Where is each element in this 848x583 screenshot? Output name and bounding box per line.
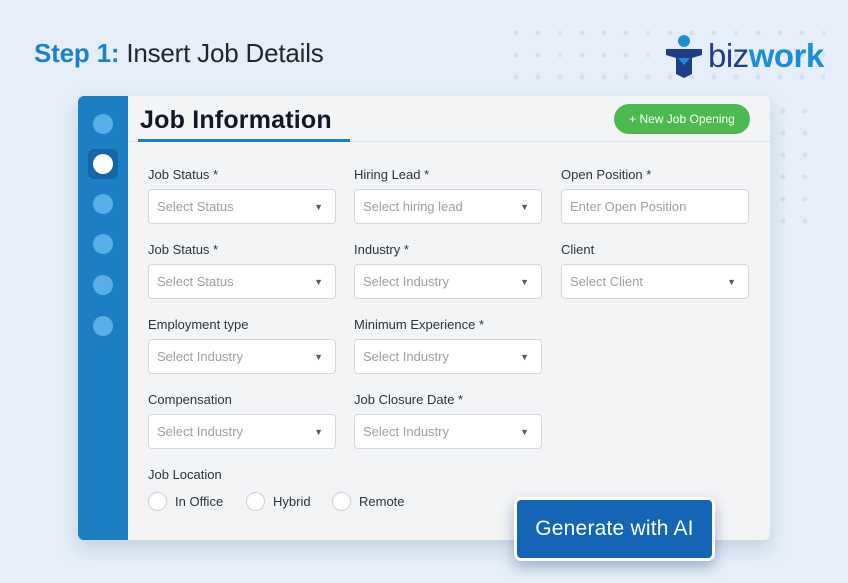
field-placeholder: Select Industry	[363, 349, 449, 364]
field-placeholder: Select Client	[570, 274, 643, 289]
select-dropdown[interactable]: Select Status ▼	[148, 264, 336, 299]
chevron-down-icon: ▼	[520, 202, 529, 212]
chevron-down-icon: ▼	[520, 277, 529, 287]
bizwork-logo: bizwork	[664, 34, 824, 78]
decorative-dot-grid-side	[772, 100, 824, 225]
field-label: Job Closure Date *	[354, 392, 464, 407]
radio-icon[interactable]	[332, 492, 351, 511]
select-dropdown[interactable]: Select Industry ▼	[354, 264, 542, 299]
rail-step-2-dot	[93, 154, 113, 174]
chevron-down-icon: ▼	[314, 352, 323, 362]
chevron-down-icon: ▼	[727, 277, 736, 287]
new-job-opening-button[interactable]: + New Job Opening	[614, 104, 750, 134]
select-dropdown[interactable]: Select Industry ▼	[148, 339, 336, 374]
field-label: Open Position *	[561, 167, 652, 182]
field-label: Hiring Lead *	[354, 167, 430, 182]
field-placeholder: Select hiring lead	[363, 199, 463, 214]
title-underline	[138, 139, 350, 142]
select-dropdown[interactable]: Select Client ▼	[561, 264, 749, 299]
logo-wordmark: bizwork	[708, 37, 824, 74]
select-dropdown[interactable]: Select Industry ▼	[148, 414, 336, 449]
radio-icon[interactable]	[148, 492, 167, 511]
generate-with-ai-button[interactable]: Generate with AI	[514, 497, 715, 561]
location-option-hybrid[interactable]: Hybrid	[246, 492, 311, 511]
rail-step-3[interactable]	[93, 194, 113, 214]
text-input[interactable]: Enter Open Position	[561, 189, 749, 224]
field-placeholder: Select Industry	[157, 349, 243, 364]
field-label: Job Status *	[148, 167, 219, 182]
field-label: Job Status *	[148, 242, 219, 257]
rail-step-6[interactable]	[93, 316, 113, 336]
radio-icon[interactable]	[246, 492, 265, 511]
select-dropdown[interactable]: Select Industry ▼	[354, 339, 542, 374]
chevron-down-icon: ▼	[520, 352, 529, 362]
job-form-card: Job Information + New Job Opening Job St…	[78, 96, 770, 540]
field-placeholder: Enter Open Position	[570, 199, 687, 214]
field-label: Compensation	[148, 392, 232, 407]
rail-step-1[interactable]	[93, 114, 113, 134]
step-title: Insert Job Details	[126, 38, 324, 68]
select-dropdown[interactable]: Select Status ▼	[148, 189, 336, 224]
step-rail	[78, 96, 128, 540]
bizwork-person-icon	[666, 35, 702, 78]
step-heading: Step 1: Insert Job Details	[34, 38, 324, 69]
job-location-label: Job Location	[148, 467, 222, 482]
select-dropdown[interactable]: Select Industry ▼	[354, 414, 542, 449]
step-number: Step 1:	[34, 38, 120, 68]
field-label: Employment type	[148, 317, 249, 332]
form-title: Job Information	[140, 106, 332, 134]
rail-step-5[interactable]	[93, 275, 113, 295]
location-option-remote[interactable]: Remote	[332, 492, 405, 511]
location-option-in-office[interactable]: In Office	[148, 492, 223, 511]
form-header: Job Information + New Job Opening	[128, 96, 770, 142]
field-placeholder: Select Industry	[157, 424, 243, 439]
select-dropdown[interactable]: Select hiring lead ▼	[354, 189, 542, 224]
field-label: Minimum Experience *	[354, 317, 485, 332]
field-placeholder: Select Industry	[363, 424, 449, 439]
field-label: Client	[561, 242, 595, 257]
chevron-down-icon: ▼	[314, 427, 323, 437]
field-placeholder: Select Status	[157, 274, 234, 289]
chevron-down-icon: ▼	[314, 277, 323, 287]
rail-step-4[interactable]	[93, 234, 113, 254]
chevron-down-icon: ▼	[520, 427, 529, 437]
rail-step-2-active[interactable]	[88, 149, 118, 179]
field-placeholder: Select Status	[157, 199, 234, 214]
field-placeholder: Select Industry	[363, 274, 449, 289]
chevron-down-icon: ▼	[314, 202, 323, 212]
field-label: Industry *	[354, 242, 409, 257]
